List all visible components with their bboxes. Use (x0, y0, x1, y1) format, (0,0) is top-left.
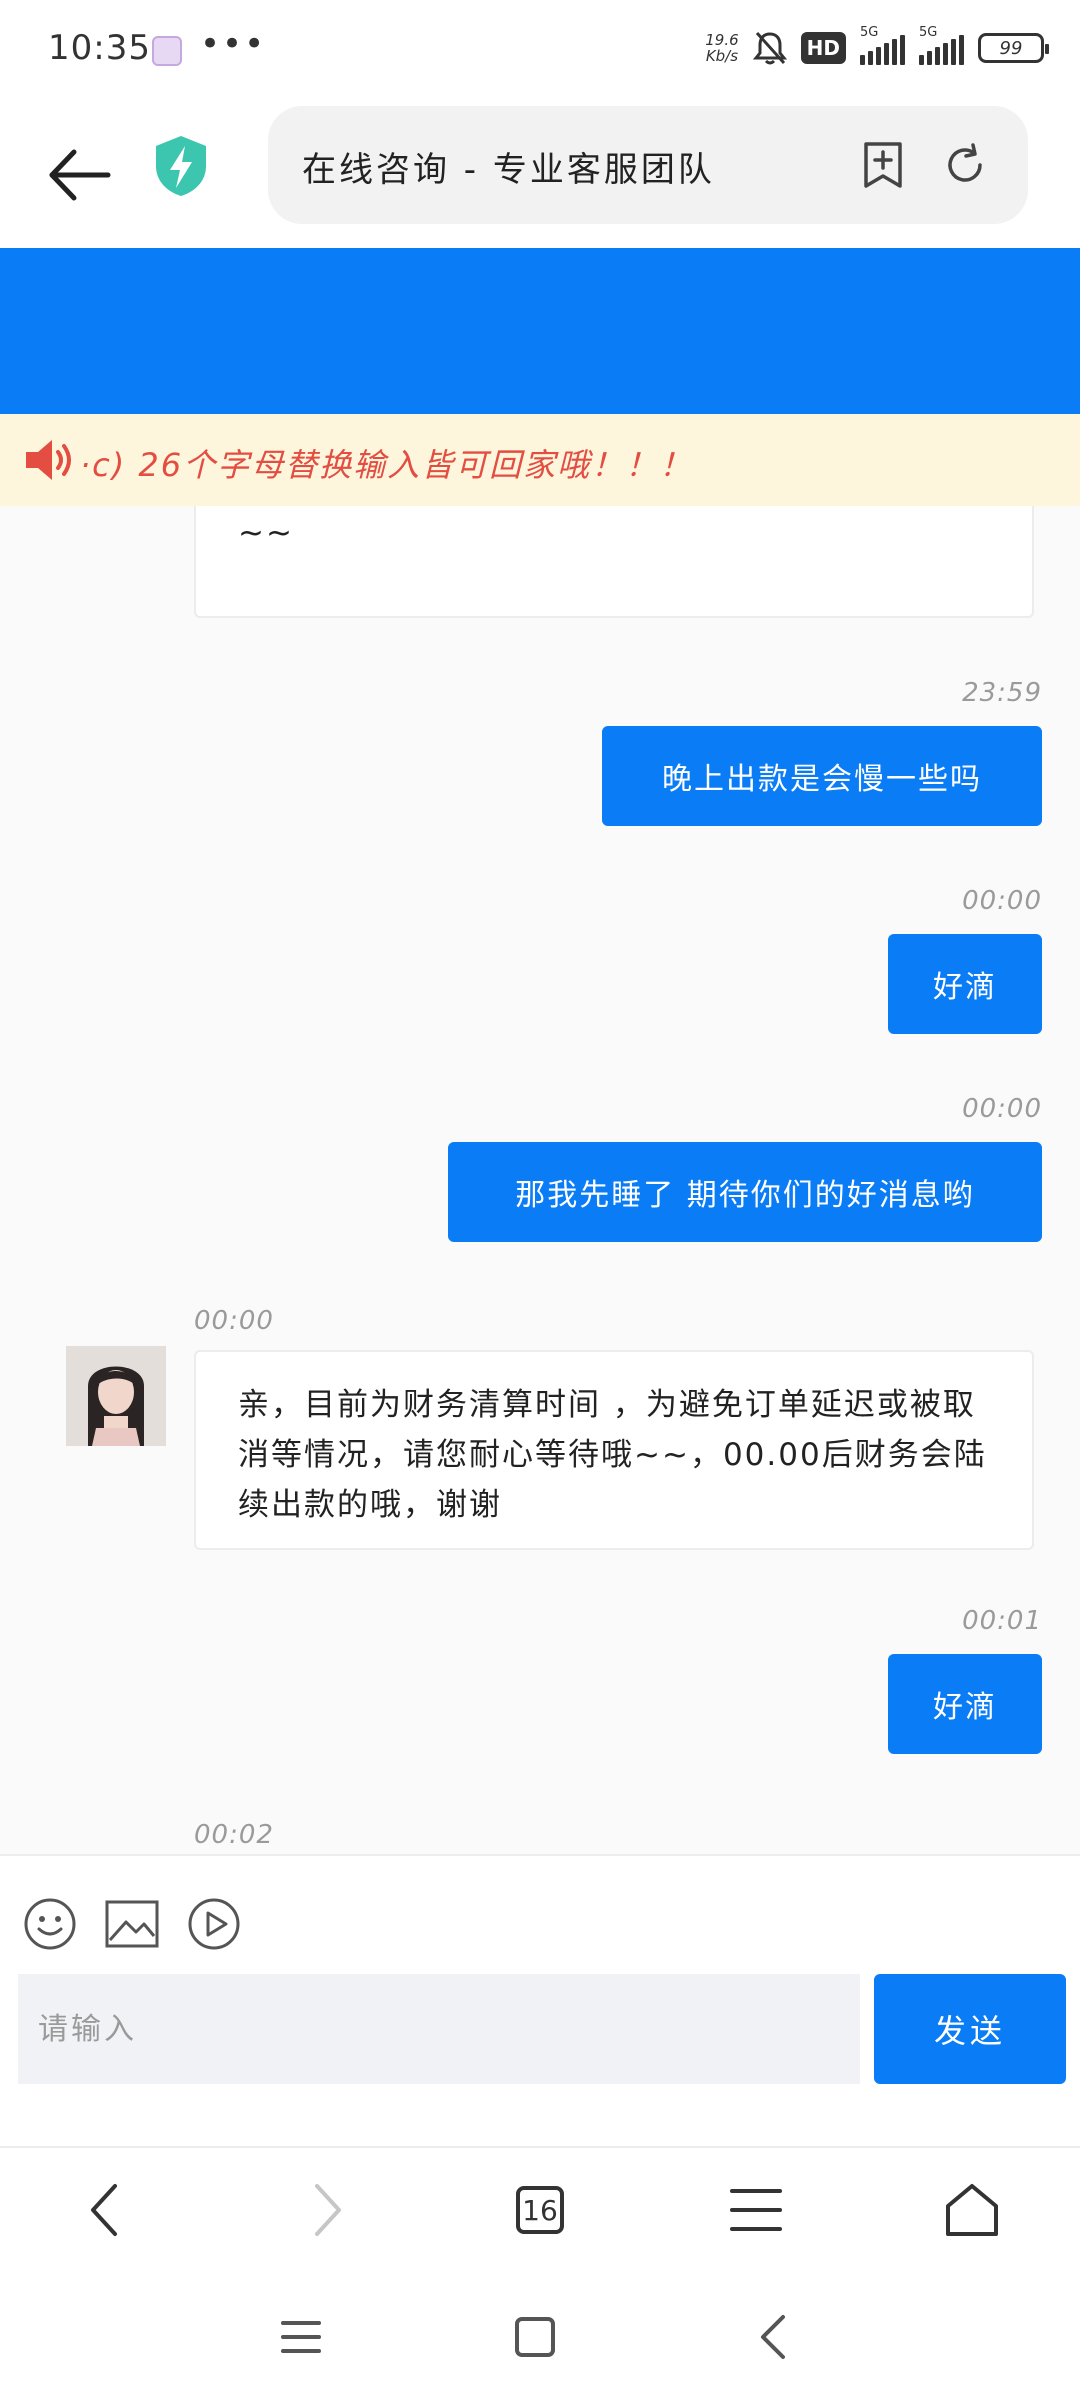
send-button[interactable]: 发送 (874, 1974, 1066, 2084)
chevron-left-icon (91, 2184, 117, 2236)
triangle-back-icon (761, 2315, 785, 2359)
signal-icon-1: 5G (860, 25, 905, 65)
notification-app-icon (152, 36, 182, 66)
network-speed-unit: Kb/s (705, 47, 739, 65)
more-notifications-icon: ••• (200, 24, 267, 64)
system-back-button[interactable] (738, 2302, 808, 2372)
home-button[interactable] (932, 2170, 1012, 2250)
speaker-icon (26, 440, 71, 480)
system-navigation-bar (0, 2272, 1080, 2400)
network-speed: 19.6 Kb/s (705, 32, 738, 64)
browser-toolbar: 16 (0, 2146, 1080, 2272)
battery-level: 99 (999, 37, 1023, 59)
message-bubble-user: 那我先睡了 期待你们的好消息哟 (448, 1142, 1042, 1242)
network-speed-value: 19.6 (705, 31, 739, 49)
back-arrow-icon[interactable] (46, 140, 116, 210)
status-bar: 10:35 ••• 19.6 Kb/s HD 5G 5G 99 (0, 0, 1080, 100)
message-timestamp: 00:02 (194, 1820, 274, 1850)
video-icon[interactable] (186, 1896, 242, 1952)
agent-avatar (66, 1346, 166, 1446)
message-text: 那我先睡了 期待你们的好消息哟 (515, 1178, 975, 1213)
image-icon[interactable] (104, 1896, 160, 1952)
message-timestamp: 00:00 (194, 1306, 274, 1336)
chat-messages[interactable]: 一出款哦，给您带来不便，还请您多多见谅，谢谢~~ 23:59 晚上出款是会慢一些… (0, 414, 1080, 1854)
browser-forward-button[interactable] (286, 2170, 366, 2250)
system-recents-button[interactable] (266, 2302, 336, 2372)
tabs-button[interactable]: 16 (500, 2170, 580, 2250)
menu-button[interactable] (716, 2170, 796, 2250)
page-title[interactable]: 在线咨询 - 专业客服团队 (302, 142, 715, 191)
chevron-right-icon (315, 2184, 341, 2236)
refresh-icon[interactable] (940, 140, 990, 190)
announcement-bar[interactable]: ·c) 26个字母替换输入皆可回家哦！！！ (0, 414, 1080, 506)
signal-2-tag: 5G (919, 25, 938, 40)
browser-header: 在线咨询 - 专业客服团队 (0, 100, 1080, 248)
square-icon (515, 2317, 555, 2357)
menu-icon (730, 2189, 782, 2231)
system-home-button[interactable] (500, 2302, 570, 2372)
mute-bell-icon (752, 31, 787, 65)
message-text: 晚上出款是会慢一些吗 (662, 762, 982, 797)
message-timestamp: 00:01 (962, 1606, 1042, 1636)
security-shield-icon[interactable] (152, 134, 210, 198)
message-text: 亲，目前为财务清算时间 ，为避免订单延迟或被取消等情况，请您耐心等待哦~~，00… (238, 1387, 987, 1523)
emoji-icon[interactable] (22, 1896, 78, 1952)
page-banner (0, 248, 1080, 414)
home-icon (946, 2184, 998, 2236)
message-timestamp: 23:59 (962, 678, 1042, 708)
message-bubble-user: 好滴 (888, 1654, 1042, 1754)
signal-icon-2: 5G (919, 25, 964, 65)
battery-icon: 99 (978, 33, 1049, 63)
address-bar[interactable]: 在线咨询 - 专业客服团队 (268, 106, 1028, 224)
message-bubble-agent: 亲，目前为财务清算时间 ，为避免订单延迟或被取消等情况，请您耐心等待哦~~，00… (194, 1350, 1034, 1550)
message-text: 好滴 (933, 970, 997, 1005)
recents-icon (281, 2321, 321, 2353)
status-indicators: 19.6 Kb/s HD 5G 5G 99 (705, 25, 1049, 66)
message-input[interactable] (18, 1974, 860, 2084)
browser-back-button[interactable] (66, 2170, 146, 2250)
message-timestamp: 00:00 (962, 886, 1042, 916)
status-time: 10:35 (48, 28, 151, 68)
message-composer: 发送 (0, 1854, 1080, 2146)
tab-count: 16 (516, 2186, 564, 2234)
message-bubble-user: 晚上出款是会慢一些吗 (602, 726, 1042, 826)
message-text: 好滴 (933, 1690, 997, 1725)
message-bubble-user: 好滴 (888, 934, 1042, 1034)
hd-volte-icon: HD (800, 32, 846, 64)
signal-1-tag: 5G (860, 25, 879, 40)
announcement-text: ·c) 26个字母替换输入皆可回家哦！！！ (80, 446, 694, 484)
add-bookmark-icon[interactable] (858, 140, 908, 190)
message-timestamp: 00:00 (962, 1094, 1042, 1124)
